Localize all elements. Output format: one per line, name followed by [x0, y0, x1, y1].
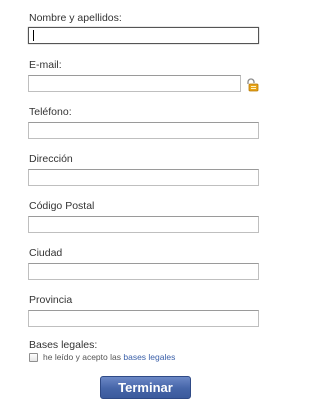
accept-prefix: he leído y acepto las	[43, 352, 121, 362]
label-nombre: Nombre y apellidos:	[29, 12, 122, 24]
telefono-field[interactable]	[28, 122, 259, 139]
lock-icon[interactable]	[245, 78, 259, 92]
ciudad-field[interactable]	[28, 263, 259, 280]
nombre-field[interactable]	[28, 27, 259, 44]
direccion-field[interactable]	[28, 169, 259, 186]
label-telefono: Teléfono:	[29, 106, 72, 118]
label-ciudad: Ciudad	[29, 247, 63, 259]
label-email: E-mail:	[29, 59, 62, 71]
codigo-postal-field[interactable]	[28, 216, 259, 233]
text-caret	[33, 30, 34, 41]
accept-checkbox[interactable]	[29, 353, 38, 362]
accept-text: he leído y acepto las bases legales	[43, 352, 175, 362]
provincia-field[interactable]	[28, 310, 259, 327]
terminar-button[interactable]: Terminar	[100, 376, 191, 399]
label-codigo-postal: Código Postal	[29, 200, 95, 212]
email-field[interactable]	[28, 75, 241, 92]
registration-form: Nombre y apellidos: E-mail: Teléfono: Di…	[0, 0, 288, 405]
bases-legales-link[interactable]: bases legales	[123, 352, 175, 362]
label-bases-legales: Bases legales:	[29, 339, 98, 351]
label-provincia: Provincia	[29, 294, 73, 306]
label-direccion: Dirección	[29, 153, 73, 165]
